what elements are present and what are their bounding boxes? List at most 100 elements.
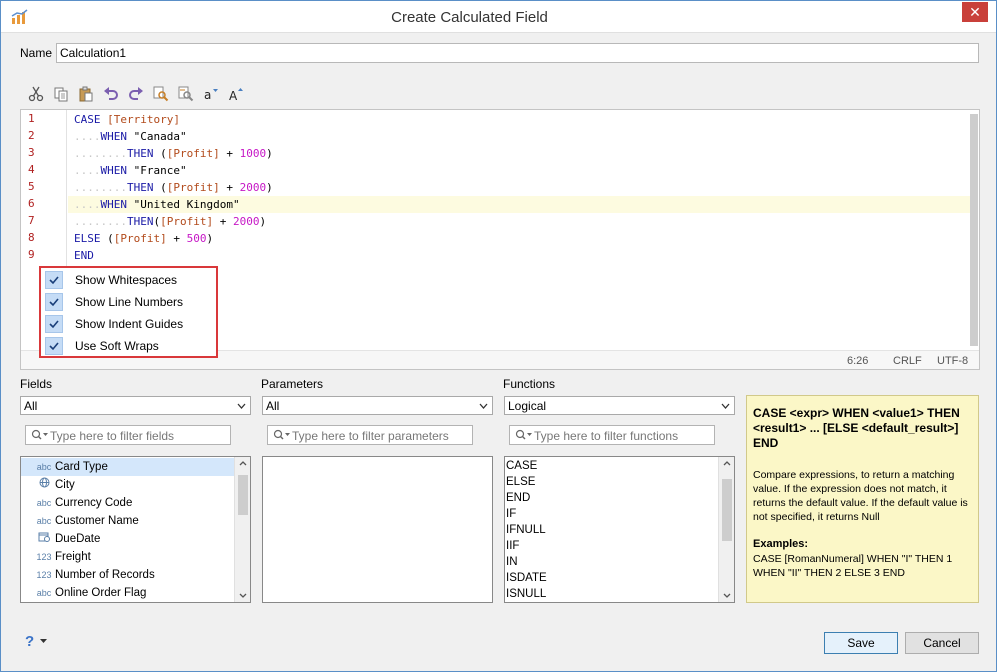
field-item[interactable]: abc Card Type	[21, 458, 234, 476]
code-token: CASE	[74, 113, 101, 126]
code-token: +	[219, 215, 227, 228]
function-description: Compare expressions, to return a matchin…	[753, 469, 968, 523]
dialog-window: Create Calculated Field ✕ Name a	[0, 0, 997, 672]
fields-dropdown[interactable]: All	[20, 396, 251, 415]
field-item[interactable]: abc Online Order Flag	[21, 584, 234, 602]
find-icon[interactable]	[148, 84, 173, 104]
scroll-thumb[interactable]	[238, 475, 248, 515]
functions-scrollbar[interactable]	[718, 457, 734, 602]
code-token: ........	[74, 147, 127, 160]
copy-icon[interactable]	[48, 84, 73, 104]
functions-filter-input[interactable]: Type here to filter functions	[509, 425, 715, 445]
line-number: 3	[28, 146, 35, 159]
parameters-list[interactable]	[262, 456, 493, 603]
option-label: Show Whitespaces	[75, 273, 178, 287]
code-token: )	[266, 181, 273, 194]
help-dropdown-icon[interactable]	[40, 639, 47, 644]
code-token: +	[173, 232, 180, 245]
field-item[interactable]: DueDate	[21, 530, 234, 548]
check-icon	[49, 298, 59, 307]
parameters-label: Parameters	[261, 377, 324, 391]
option-show-line-numbers[interactable]: Show Line Numbers	[45, 292, 215, 312]
line-number: 5	[28, 180, 35, 193]
parameters-filter-input[interactable]: Type here to filter parameters	[267, 425, 473, 445]
option-show-whitespaces[interactable]: Show Whitespaces	[45, 270, 215, 290]
code-token: WHEN	[100, 198, 128, 211]
encoding[interactable]: UTF-8	[937, 355, 968, 367]
line-ending[interactable]: CRLF	[893, 355, 922, 367]
replace-icon[interactable]	[173, 84, 198, 104]
code-token: )	[259, 215, 267, 228]
number-icon: 123	[36, 552, 52, 562]
scroll-thumb[interactable]	[722, 479, 732, 541]
field-item[interactable]: abc Currency Code	[21, 494, 234, 512]
checkbox-checked[interactable]	[45, 337, 63, 355]
functions-dropdown-value: Logical	[508, 399, 547, 413]
save-button[interactable]: Save	[824, 632, 898, 654]
name-input[interactable]	[56, 43, 979, 63]
functions-list[interactable]: CASE ELSE END IF IFNULL IIF IN ISDATE IS…	[504, 456, 735, 603]
function-item[interactable]: ISNULL	[506, 585, 546, 602]
code-token: 1000	[239, 147, 267, 160]
field-item[interactable]: City	[21, 476, 234, 494]
search-icon	[31, 429, 48, 440]
parameters-dropdown-value: All	[266, 399, 280, 413]
title-bar: Create Calculated Field ✕	[1, 1, 996, 33]
parameters-dropdown[interactable]: All	[262, 396, 493, 415]
globe-icon	[35, 476, 53, 494]
code-line: ....WHEN "Canada"	[68, 128, 973, 145]
abc-icon: abc	[36, 462, 52, 472]
lowercase-icon[interactable]: a	[198, 84, 223, 104]
paste-icon[interactable]	[73, 84, 98, 104]
calendar-icon	[35, 530, 53, 548]
chevron-down-icon	[723, 593, 731, 598]
help-icon[interactable]: ?	[25, 633, 34, 650]
option-use-soft-wraps[interactable]: Use Soft Wraps	[45, 336, 215, 356]
code-token: (	[160, 147, 167, 160]
functions-label: Functions	[503, 377, 556, 391]
uppercase-icon[interactable]: A	[223, 84, 248, 104]
fields-list[interactable]: abc Card Type City abc Currency Code abc Cu…	[20, 456, 251, 603]
code-token: THEN	[126, 147, 154, 160]
cut-icon[interactable]	[23, 84, 48, 104]
fields-scrollbar[interactable]	[234, 457, 250, 602]
field-item[interactable]: 123 Freight	[21, 548, 234, 566]
code-token: [Profit]	[113, 232, 167, 245]
code-token: 500	[186, 232, 207, 245]
checkbox-checked[interactable]	[45, 315, 63, 333]
field-item[interactable]: 123 Number of Records	[21, 566, 234, 584]
option-label: Show Line Numbers	[75, 295, 184, 309]
fields-filter-input[interactable]: Type here to filter fields	[25, 425, 231, 445]
field-item[interactable]: abc Customer Name	[21, 512, 234, 530]
code-token: )	[266, 147, 273, 160]
checkbox-checked[interactable]	[45, 271, 63, 289]
line-number: 2	[28, 129, 35, 142]
redo-icon[interactable]	[123, 84, 148, 104]
search-icon	[515, 429, 532, 440]
code-token: THEN	[126, 181, 154, 194]
functions-dropdown[interactable]: Logical	[504, 396, 735, 415]
option-show-indent-guides[interactable]: Show Indent Guides	[45, 314, 215, 334]
code-line: END	[68, 247, 973, 264]
undo-icon[interactable]	[98, 84, 123, 104]
code-token: ....	[74, 130, 101, 143]
chevron-down-icon	[239, 593, 247, 598]
code-line: ........THEN ([Profit] + 2000)	[68, 179, 973, 196]
checkbox-checked[interactable]	[45, 293, 63, 311]
check-icon	[49, 320, 59, 329]
close-icon: ✕	[969, 3, 981, 20]
chevron-down-icon	[479, 403, 488, 409]
dialog-title: Create Calculated Field	[391, 9, 548, 26]
code-token: "United Kingdom"	[133, 198, 240, 211]
line-number: 4	[28, 163, 35, 176]
editor-scrollbar[interactable]	[970, 114, 978, 346]
fields-dropdown-value: All	[24, 399, 38, 413]
code-token: ........	[74, 215, 127, 228]
code-line: ........THEN([Profit] + 2000)	[68, 213, 973, 230]
code-token: [Profit]	[160, 215, 214, 228]
chevron-down-icon	[237, 403, 246, 409]
close-button[interactable]: ✕	[962, 2, 988, 22]
cancel-button[interactable]: Cancel	[905, 632, 979, 654]
code-token: (	[160, 181, 167, 194]
code-token: [Profit]	[166, 147, 220, 160]
